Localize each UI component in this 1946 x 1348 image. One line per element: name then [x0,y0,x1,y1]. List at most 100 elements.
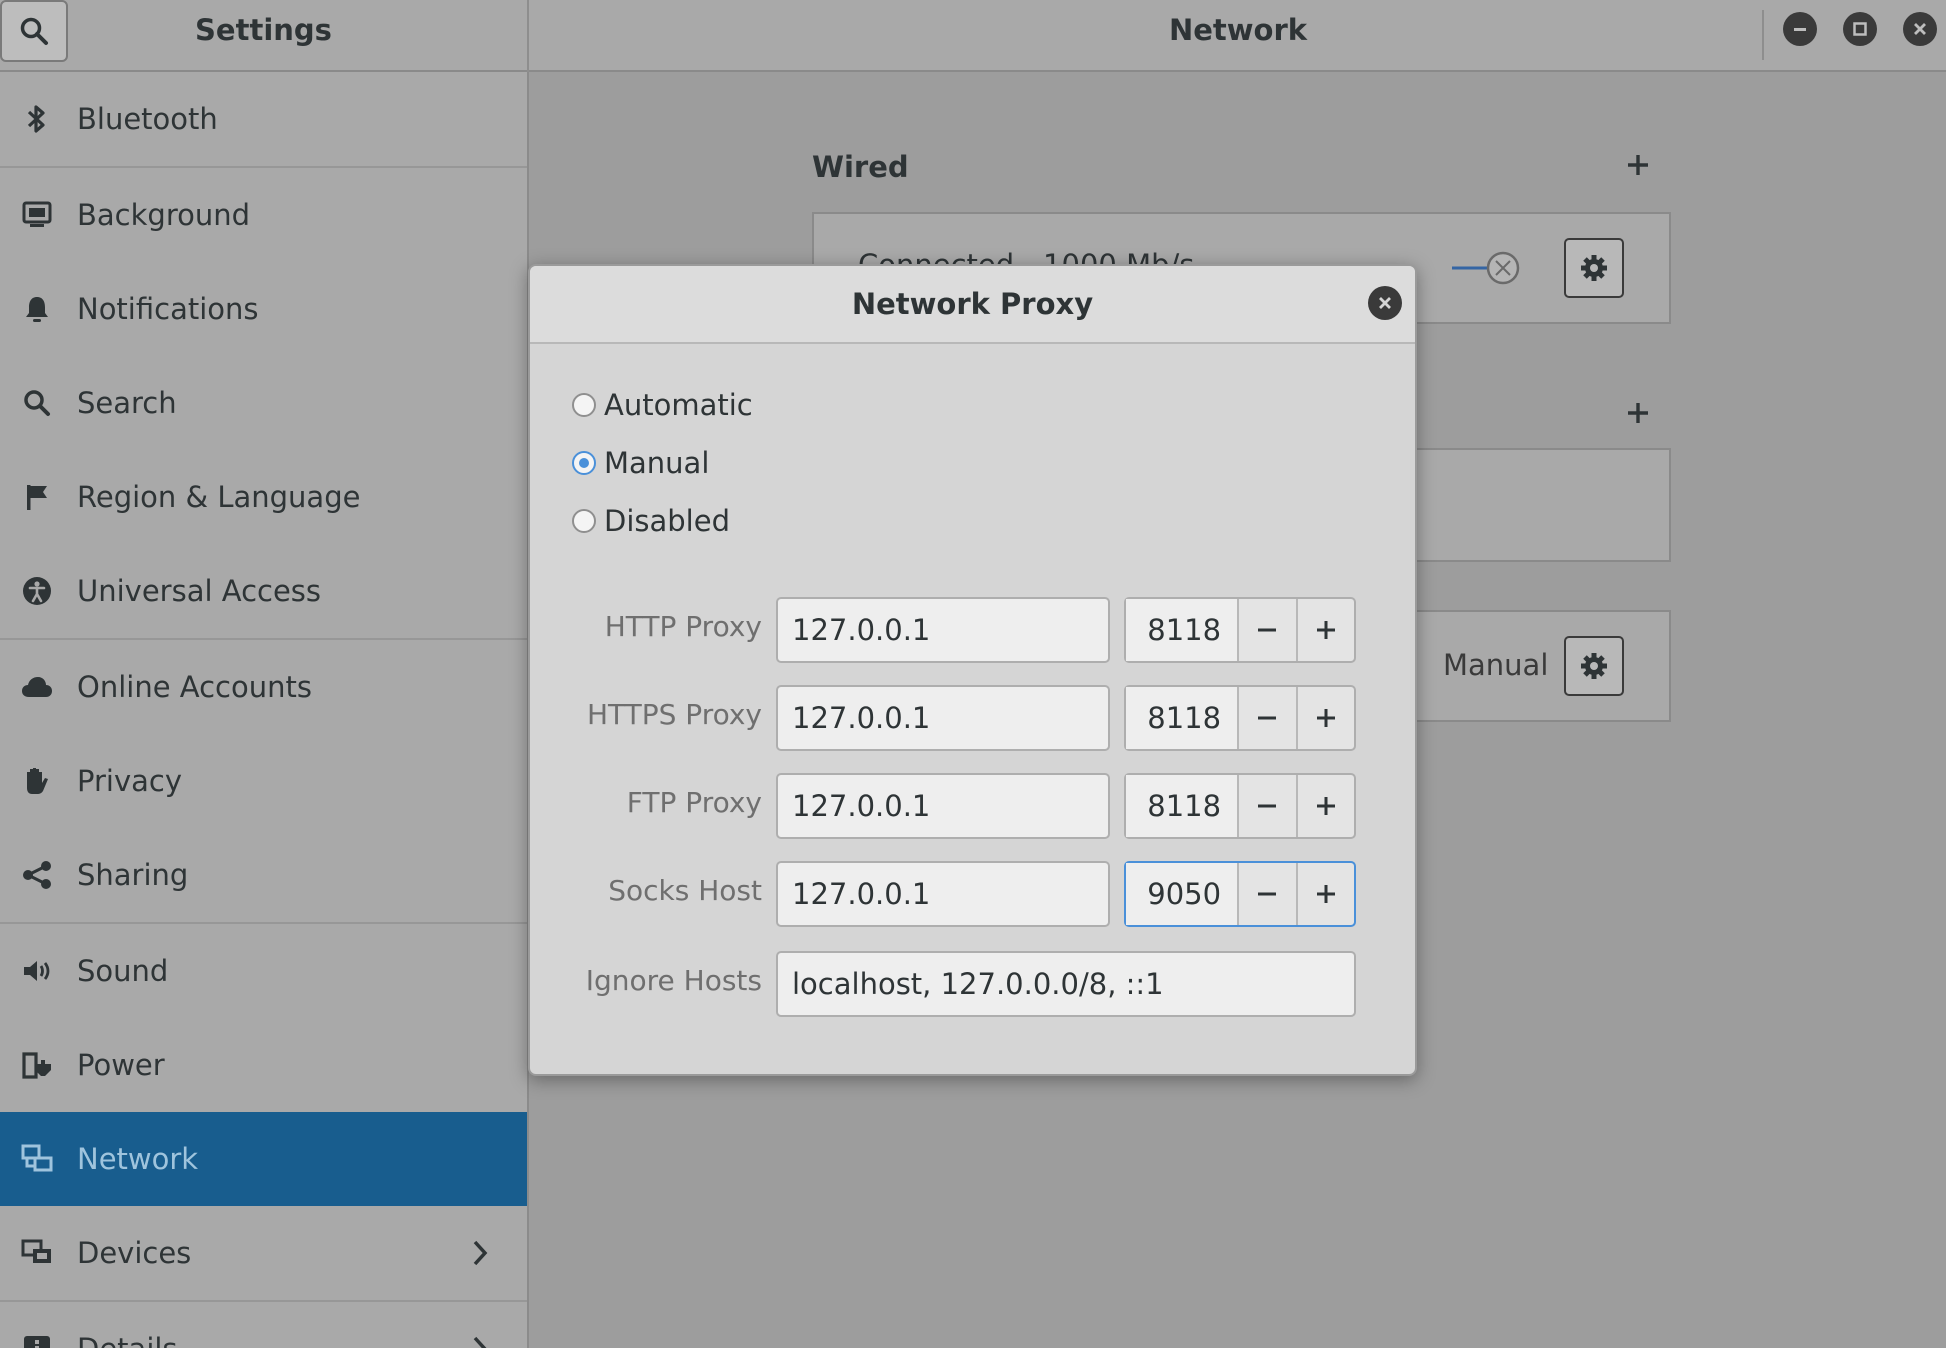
radio-disabled[interactable]: Disabled [572,504,730,538]
window-controls-divider [1762,10,1764,60]
increment-button[interactable] [1298,687,1354,749]
sidebar-item-label: Sound [77,954,169,988]
minus-icon [1258,628,1277,632]
socks-host-field[interactable]: 127.0.0.1 [776,861,1110,927]
proxy-settings-button[interactable] [1564,636,1624,696]
search-button[interactable] [0,0,68,62]
cloud-icon [20,670,54,704]
close-icon [1379,297,1391,309]
sidebar-item-label: Network [77,1142,199,1176]
ftp-proxy-host-field[interactable]: 127.0.0.1 [776,773,1110,839]
radio-button[interactable] [572,451,596,475]
plus-icon [1316,797,1335,815]
search-icon [20,386,54,420]
bell-icon [20,292,54,326]
sidebar-item-sharing[interactable]: Sharing [0,828,527,922]
sidebar-item-label: Devices [77,1236,192,1270]
decrement-button[interactable] [1239,775,1298,837]
decrement-button[interactable] [1239,687,1298,749]
sidebar-item-devices[interactable]: Devices [0,1206,527,1300]
bluetooth-icon [20,102,54,136]
http-proxy-port-stepper[interactable]: 8118 [1124,597,1356,663]
plus-icon [1316,709,1335,727]
sidebar-item-details[interactable]: Details [0,1302,527,1348]
close-button[interactable] [1903,12,1937,46]
radio-label: Manual [604,446,710,480]
sidebar-item-label: Search [77,386,177,420]
sidebar-item-universal-access[interactable]: Universal Access [0,544,527,638]
sidebar-item-label: Notifications [77,292,259,326]
plus-icon [1628,155,1648,175]
sidebar-item-network[interactable]: Network [0,1112,527,1206]
http-proxy-host-field[interactable]: 127.0.0.1 [776,597,1110,663]
minus-icon [1258,716,1277,720]
wired-toggle-switch[interactable] [1450,250,1520,290]
maximize-icon [1853,22,1867,36]
increment-button[interactable] [1298,775,1354,837]
proxy-mode-value: Manual [1443,648,1549,682]
sidebar-item-search[interactable]: Search [0,356,527,450]
radio-button[interactable] [572,509,596,533]
decrement-button[interactable] [1239,863,1298,925]
gear-icon [1581,653,1607,679]
radio-label: Automatic [604,388,753,422]
radio-automatic[interactable]: Automatic [572,388,753,422]
sidebar-item-label: Background [77,198,251,232]
share-icon [20,858,54,892]
add-wired-connection-button[interactable] [1626,142,1650,186]
sidebar: Bluetooth Background Notifications Searc… [0,72,529,1348]
devices-icon [20,1236,54,1270]
port-value[interactable]: 8118 [1126,599,1240,661]
search-icon [20,17,48,45]
accessibility-icon [20,574,54,608]
close-icon [1914,23,1926,35]
sidebar-item-background[interactable]: Background [0,168,527,262]
sidebar-item-bluetooth[interactable]: Bluetooth [0,72,527,166]
window-title: Network [1168,13,1308,47]
port-value[interactable]: 8118 [1126,775,1240,837]
chevron-right-icon [473,1336,487,1348]
increment-button[interactable] [1298,599,1354,661]
sidebar-item-online-accounts[interactable]: Online Accounts [0,640,527,734]
sidebar-item-label: Privacy [77,764,182,798]
add-vpn-button[interactable] [1626,390,1650,434]
sidebar-item-sound[interactable]: Sound [0,924,527,1018]
ftp-proxy-port-stepper[interactable]: 8118 [1124,773,1356,839]
sidebar-item-label: Region & Language [77,480,361,514]
network-proxy-dialog: Network Proxy Automatic Manual Disabled … [528,264,1417,1076]
plus-icon [1628,403,1648,423]
sidebar-title: Settings [195,13,332,47]
https-proxy-label: HTTPS Proxy [586,698,762,731]
sidebar-item-label: Bluetooth [77,102,218,136]
info-icon [20,1332,54,1348]
https-proxy-host-field[interactable]: 127.0.0.1 [776,685,1110,751]
decrement-button[interactable] [1239,599,1298,661]
dialog-title: Network Proxy [851,287,1094,321]
ignore-hosts-field[interactable]: localhost, 127.0.0.0/8, ::1 [776,951,1356,1017]
https-proxy-port-stepper[interactable]: 8118 [1124,685,1356,751]
radio-button[interactable] [572,393,596,417]
sidebar-item-region-language[interactable]: Region & Language [0,450,527,544]
sidebar-item-privacy[interactable]: Privacy [0,734,527,828]
minimize-button[interactable] [1783,12,1817,46]
port-value[interactable]: 9050 [1126,863,1240,925]
network-icon [20,1142,54,1176]
radio-manual[interactable]: Manual [572,446,709,480]
sidebar-item-label: Power [77,1048,165,1082]
gear-icon [1581,255,1607,281]
socks-port-stepper[interactable]: 9050 [1124,861,1356,927]
maximize-button[interactable] [1843,12,1877,46]
sidebar-item-power[interactable]: Power [0,1018,527,1112]
dialog-close-button[interactable] [1368,286,1402,320]
increment-button[interactable] [1298,863,1354,925]
plus-icon [1316,885,1335,903]
port-value[interactable]: 8118 [1126,687,1240,749]
chevron-right-icon [473,1240,488,1266]
plus-icon [1316,621,1335,639]
sidebar-item-notifications[interactable]: Notifications [0,262,527,356]
minus-icon [1258,804,1277,808]
wired-settings-button[interactable] [1564,238,1624,298]
socks-host-label: Socks Host [608,874,762,907]
minus-icon [1258,892,1277,896]
wired-section-title: Wired [812,150,909,184]
